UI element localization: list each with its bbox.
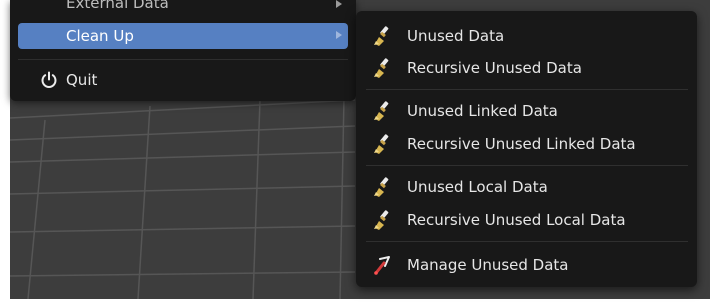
menu-item-unused-data[interactable]: Unused Data [366,22,688,50]
menu-item-recursive-unused-data[interactable]: Recursive Unused Data [366,54,688,82]
menu-item-label: Clean Up [66,27,134,45]
menu-separator [366,165,688,166]
menu-item-label: Manage Unused Data [407,256,569,274]
menu-item-quit[interactable]: Quit [18,67,348,93]
orphan-cleanup-icon [374,256,390,275]
brush-icon [374,176,389,197]
clean-up-submenu: Unused Data Recursive Unused Data Unused… [356,11,697,287]
file-menu: External Data Clean Up Quit [10,0,356,101]
brush-icon [374,25,389,46]
menu-item-recursive-unused-local-data[interactable]: Recursive Unused Local Data [366,206,688,234]
menu-item-recursive-unused-linked-data[interactable]: Recursive Unused Linked Data [366,130,688,158]
menu-item-label: Unused Linked Data [407,102,558,120]
menu-item-manage-unused-data[interactable]: Manage Unused Data [366,251,688,279]
menu-item-label: Recursive Unused Local Data [407,211,626,229]
brush-icon [374,100,389,121]
menu-item-unused-local-data[interactable]: Unused Local Data [366,173,688,201]
menu-item-label: Unused Data [407,27,505,45]
menu-separator [366,241,688,242]
brush-icon [374,133,389,154]
brush-icon [374,57,389,78]
menu-separator [18,59,348,60]
menu-separator [366,89,688,90]
submenu-arrow-icon [336,0,342,8]
menu-item-label: External Data [66,0,169,12]
menu-item-label: Unused Local Data [407,178,548,196]
menu-item-label: Recursive Unused Data [407,59,582,77]
menu-item-label: Recursive Unused Linked Data [407,135,636,153]
menu-item-unused-linked-data[interactable]: Unused Linked Data [366,97,688,125]
power-icon [41,71,57,88]
submenu-arrow-icon [336,31,342,39]
menu-item-external-data[interactable]: External Data [18,0,348,16]
menu-item-clean-up[interactable]: Clean Up [18,23,348,49]
brush-icon [374,209,389,230]
